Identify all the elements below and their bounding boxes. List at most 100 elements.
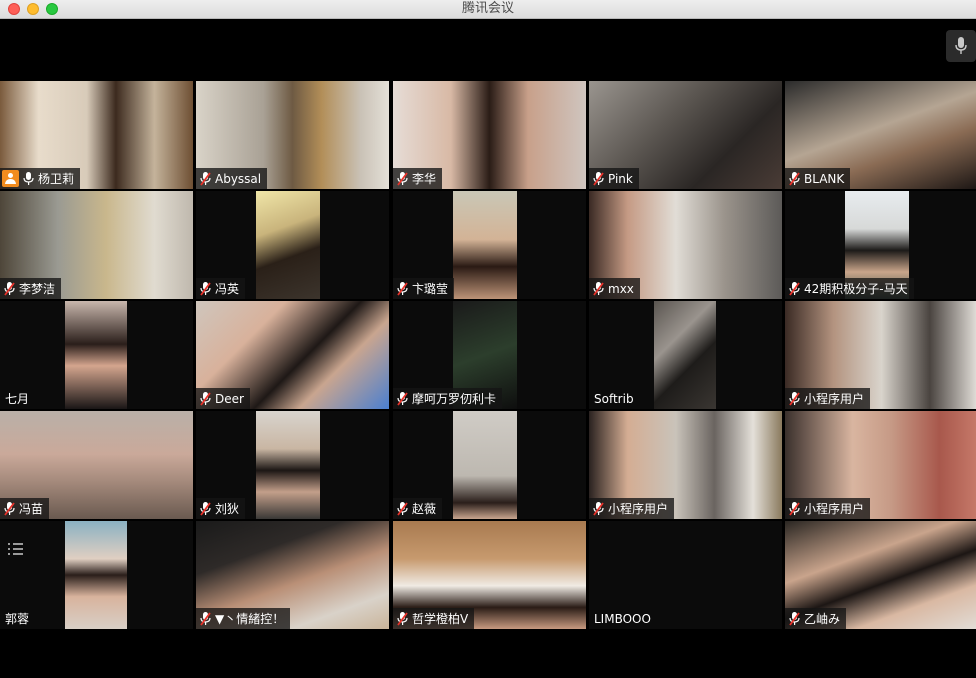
participant-tile[interactable]: mxx (589, 191, 782, 299)
participant-video (256, 411, 320, 519)
participant-tile[interactable]: 冯英 (196, 191, 389, 299)
participant-name: 刘狄 (215, 502, 240, 516)
participant-nametag: 小程序用户 (785, 498, 871, 519)
participant-nametag: 小程序用户 (589, 498, 675, 519)
participant-tile[interactable]: 小程序用户 (785, 301, 976, 409)
participant-nametag: 七月 (0, 388, 35, 409)
participant-nametag: Abyssal (196, 168, 268, 189)
muted-microphone-icon (397, 611, 408, 626)
muted-microphone-icon (789, 501, 800, 516)
muted-microphone-icon (397, 281, 408, 296)
participant-tile[interactable]: 摩呵万罗仞利卡 (393, 301, 586, 409)
participant-name: 摩呵万罗仞利卡 (412, 392, 497, 406)
participant-video (256, 191, 320, 299)
muted-microphone-icon (200, 171, 211, 186)
participant-nametag: 乙岫み (785, 608, 847, 629)
participant-tile[interactable]: 小程序用户 (589, 411, 782, 519)
participant-name: 哲学橙柏V (412, 612, 469, 626)
participant-tile[interactable]: 乙岫み (785, 521, 976, 629)
participant-name: 乙岫み (804, 612, 841, 626)
muted-microphone-icon (789, 281, 800, 296)
participant-nametag: 摩呵万罗仞利卡 (393, 388, 503, 409)
participant-tile[interactable]: 郭蓉 (0, 521, 193, 629)
microphone-icon (23, 171, 34, 185)
participant-tile[interactable]: 42期积极分子-马天 (785, 191, 976, 299)
participant-name: 杨卫莉 (38, 172, 75, 186)
microphone-icon (955, 37, 967, 54)
participant-tile[interactable]: 李华 (393, 81, 586, 189)
participant-nametag: ▼丶情緒控！ (196, 608, 291, 629)
participant-video (65, 521, 127, 629)
participant-name: Softrib (594, 391, 634, 406)
participant-name: 李华 (412, 172, 437, 186)
participant-tile[interactable]: ▼丶情緒控！ (196, 521, 389, 629)
participant-name: BLANK (804, 171, 845, 186)
floating-microphone-button[interactable] (946, 30, 976, 62)
participant-name: 小程序用户 (804, 392, 865, 406)
participant-name: 冯苗 (19, 502, 44, 516)
participant-name: mxx (608, 281, 634, 296)
participant-nametag: Deer (196, 388, 250, 409)
participant-name: 42期积极分子-马天 (804, 282, 908, 296)
participant-video (65, 301, 127, 409)
muted-microphone-icon (593, 281, 604, 296)
muted-microphone-icon (397, 391, 408, 406)
participant-tile[interactable]: 刘狄 (196, 411, 389, 519)
participant-nametag: 42期积极分子-马天 (785, 278, 914, 299)
muted-microphone-icon (200, 501, 211, 516)
participant-nametag: 卞璐莹 (393, 278, 455, 299)
participant-nametag: 刘狄 (196, 498, 246, 519)
muted-microphone-icon (200, 611, 211, 626)
participant-nametag: Softrib (589, 388, 640, 409)
participant-tile[interactable]: 哲学橙柏V (393, 521, 586, 629)
muted-microphone-icon (200, 281, 211, 296)
participant-tile[interactable]: 冯苗 (0, 411, 193, 519)
participant-name: 郭蓉 (5, 612, 30, 626)
participant-tile[interactable]: LIMBOOO (589, 521, 782, 629)
window-title: 腾讯会议 (461, 1, 514, 16)
participant-name: 小程序用户 (804, 502, 865, 516)
muted-microphone-icon (593, 171, 604, 186)
participant-tile[interactable]: BLANK (785, 81, 976, 189)
participant-tile[interactable]: Abyssal (196, 81, 389, 189)
muted-microphone-icon (4, 501, 15, 516)
participant-name: LIMBOOO (594, 611, 651, 626)
participant-tile[interactable]: 李梦洁 (0, 191, 193, 299)
muted-microphone-icon (397, 501, 408, 516)
participant-nametag: BLANK (785, 168, 851, 189)
participant-nametag: 冯苗 (0, 498, 50, 519)
participant-nametag: 郭蓉 (0, 608, 35, 629)
participant-name: 卞璐莹 (412, 282, 449, 296)
participant-tile[interactable]: 杨卫莉 (0, 81, 193, 189)
participant-tile[interactable]: 卞璐莹 (393, 191, 586, 299)
muted-microphone-icon (397, 171, 408, 186)
participant-video (453, 191, 517, 299)
participant-name: 赵薇 (412, 502, 437, 516)
participant-tile[interactable]: 小程序用户 (785, 411, 976, 519)
participant-nametag: 哲学橙柏V (393, 608, 475, 629)
participant-tile[interactable]: Softrib (589, 301, 782, 409)
participant-nametag: 赵薇 (393, 498, 443, 519)
participant-nametag: LIMBOOO (589, 608, 657, 629)
participant-tile[interactable]: Deer (196, 301, 389, 409)
participant-name: 七月 (5, 392, 30, 406)
participant-name: Abyssal (215, 171, 262, 186)
participant-nametag: mxx (589, 278, 640, 299)
muted-microphone-icon (200, 391, 211, 406)
host-user-icon (2, 170, 19, 187)
muted-microphone-icon (789, 391, 800, 406)
participant-nametag: 李华 (393, 168, 443, 189)
participant-nametag: 冯英 (196, 278, 246, 299)
participant-name: 李梦洁 (19, 282, 56, 296)
participant-name: 冯英 (215, 282, 240, 296)
participant-nametag: 小程序用户 (785, 388, 871, 409)
list-menu-icon[interactable] (8, 543, 24, 557)
participant-tile[interactable]: Pink (589, 81, 782, 189)
participant-tile[interactable]: 七月 (0, 301, 193, 409)
participant-video (453, 411, 517, 519)
participant-name: ▼丶情緒控！ (215, 612, 285, 626)
participant-tile[interactable]: 赵薇 (393, 411, 586, 519)
muted-microphone-icon (789, 611, 800, 626)
muted-microphone-icon (4, 281, 15, 296)
muted-microphone-icon (789, 171, 800, 186)
